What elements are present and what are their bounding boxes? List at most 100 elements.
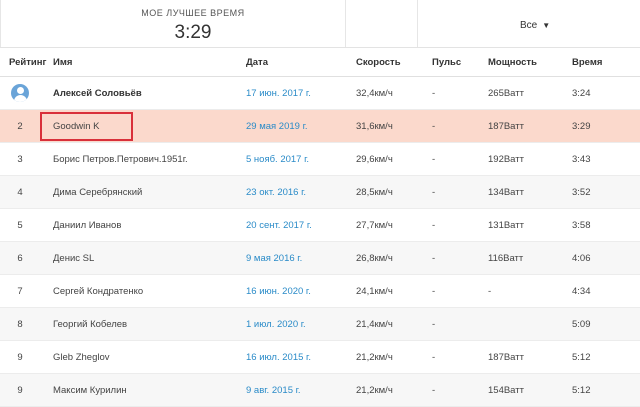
pulse-cell: -: [432, 109, 488, 143]
athlete-name[interactable]: Goodwin K: [40, 111, 134, 141]
rank-cell: 8: [0, 307, 40, 341]
speed-cell: 24,1км/ч: [356, 274, 432, 308]
pulse-cell: -: [432, 175, 488, 209]
divider: [0, 0, 1, 47]
power-cell: [488, 307, 572, 341]
power-cell: 134Ватт: [488, 175, 572, 209]
pulse-cell: -: [432, 208, 488, 242]
time-cell: 3:43: [572, 142, 640, 176]
speed-cell: 28,5км/ч: [356, 175, 432, 209]
divider: [345, 0, 346, 47]
date-cell: 9 авг. 2015 г.: [246, 373, 356, 407]
best-time-value: 3:29: [174, 22, 212, 43]
divider: [417, 0, 418, 47]
athlete-name[interactable]: Gleb Zheglov: [40, 340, 246, 374]
date-cell: 20 сент. 2017 г.: [246, 208, 356, 242]
time-cell: 3:29: [572, 109, 640, 143]
table-row: 9 Gleb Zheglov 16 июл. 2015 г. 21,2км/ч …: [0, 340, 640, 374]
time-cell: 5:09: [572, 307, 640, 341]
best-time-label: Мое лучшее время: [141, 8, 245, 18]
pulse-cell: -: [432, 307, 488, 341]
column-header-power[interactable]: Мощность: [488, 48, 572, 77]
activity-date-link[interactable]: 5 нояб. 2017 г.: [246, 154, 309, 165]
pulse-cell: -: [432, 274, 488, 308]
speed-cell: 26,8км/ч: [356, 241, 432, 275]
column-header-time[interactable]: Время: [572, 48, 640, 77]
speed-cell: 31,6км/ч: [356, 109, 432, 143]
filter-label: Все: [520, 20, 538, 31]
date-cell: 16 июн. 2020 г.: [246, 274, 356, 308]
date-cell: 29 мая 2019 г.: [246, 109, 356, 143]
filter-dropdown[interactable]: Все ▼: [520, 20, 550, 31]
table-row: 8 Георгий Кобелев 1 июл. 2020 г. 21,4км/…: [0, 307, 640, 341]
speed-cell: 21,2км/ч: [356, 373, 432, 407]
activity-date-link[interactable]: 29 мая 2019 г.: [246, 121, 308, 132]
athlete-name[interactable]: Дима Серебрянский: [40, 175, 246, 209]
time-cell: 3:58: [572, 208, 640, 242]
speed-cell: 21,4км/ч: [356, 307, 432, 341]
athlete-name[interactable]: Сергей Кондратенко: [40, 274, 246, 308]
power-cell: 187Ватт: [488, 340, 572, 374]
activity-date-link[interactable]: 20 сент. 2017 г.: [246, 220, 312, 231]
column-header-rank[interactable]: Рейтинг: [0, 48, 46, 77]
pulse-cell: -: [432, 373, 488, 407]
time-cell: 4:34: [572, 274, 640, 308]
athlete-name[interactable]: Георгий Кобелев: [40, 307, 246, 341]
speed-cell: 21,2км/ч: [356, 340, 432, 374]
best-time-block: Мое лучшее время 3:29: [140, 8, 246, 44]
table-row: 5 Даниил Иванов 20 сент. 2017 г. 27,7км/…: [0, 208, 640, 242]
pulse-cell: -: [432, 241, 488, 275]
activity-date-link[interactable]: 9 авг. 2015 г.: [246, 385, 301, 396]
power-cell: 154Ватт: [488, 373, 572, 407]
column-header-name[interactable]: Имя: [40, 48, 246, 77]
rank-cell: 7: [0, 274, 40, 308]
time-cell: 4:06: [572, 241, 640, 275]
table-row: 9 Максим Курилин 9 авг. 2015 г. 21,2км/ч…: [0, 373, 640, 407]
date-cell: 16 июл. 2015 г.: [246, 340, 356, 374]
caret-down-icon: ▼: [542, 21, 551, 30]
activity-date-link[interactable]: 16 июл. 2015 г.: [246, 352, 311, 363]
rank-cell: 9: [0, 373, 40, 407]
power-cell: -: [488, 274, 572, 308]
rank-cell: 4: [0, 175, 40, 209]
summary-header: Мое лучшее время 3:29 Все ▼: [0, 0, 640, 48]
athlete-name[interactable]: Даниил Иванов: [40, 208, 246, 242]
column-header-pulse[interactable]: Пульс: [432, 48, 488, 77]
date-cell: 1 июл. 2020 г.: [246, 307, 356, 341]
activity-date-link[interactable]: 1 июл. 2020 г.: [246, 319, 306, 330]
power-cell: 187Ватт: [488, 109, 572, 143]
athlete-name[interactable]: Борис Петров.Петрович.1951г.: [40, 142, 246, 176]
speed-cell: 27,7км/ч: [356, 208, 432, 242]
leaderboard-table: Рейтинг Имя Дата Скорость Пульс Мощность…: [0, 48, 640, 407]
table-row-highlighted: 2 Goodwin K 29 мая 2019 г. 31,6км/ч - 18…: [0, 109, 640, 143]
rank-cell: 6: [0, 241, 40, 275]
athlete-name[interactable]: Алексей Соловьёв: [40, 76, 246, 110]
activity-date-link[interactable]: 9 мая 2016 г.: [246, 253, 302, 264]
table-row: 4 Дима Серебрянский 23 окт. 2016 г. 28,5…: [0, 175, 640, 209]
rank-cell: 9: [0, 340, 40, 374]
pulse-cell: -: [432, 142, 488, 176]
table-row: Алексей Соловьёв 17 июн. 2017 г. 32,4км/…: [0, 76, 640, 110]
table-row: 7 Сергей Кондратенко 16 июн. 2020 г. 24,…: [0, 274, 640, 308]
athlete-name[interactable]: Денис SL: [40, 241, 246, 275]
table-row: 6 Денис SL 9 мая 2016 г. 26,8км/ч - 116В…: [0, 241, 640, 275]
pulse-cell: -: [432, 340, 488, 374]
date-cell: 5 нояб. 2017 г.: [246, 142, 356, 176]
activity-date-link[interactable]: 17 июн. 2017 г.: [246, 88, 311, 99]
time-cell: 5:12: [572, 340, 640, 374]
rank-cell: 3: [0, 142, 40, 176]
column-header-date[interactable]: Дата: [246, 48, 356, 77]
activity-date-link[interactable]: 23 окт. 2016 г.: [246, 187, 306, 198]
time-cell: 3:52: [572, 175, 640, 209]
pulse-cell: -: [432, 76, 488, 110]
time-cell: 3:24: [572, 76, 640, 110]
table-row: 3 Борис Петров.Петрович.1951г. 5 нояб. 2…: [0, 142, 640, 176]
date-cell: 9 мая 2016 г.: [246, 241, 356, 275]
column-header-speed[interactable]: Скорость: [356, 48, 432, 77]
power-cell: 192Ватт: [488, 142, 572, 176]
user-avatar-icon: [11, 84, 29, 102]
activity-date-link[interactable]: 16 июн. 2020 г.: [246, 286, 311, 297]
name-cell: Goodwin K: [40, 109, 246, 143]
athlete-name[interactable]: Максим Курилин: [40, 373, 246, 407]
power-cell: 131Ватт: [488, 208, 572, 242]
